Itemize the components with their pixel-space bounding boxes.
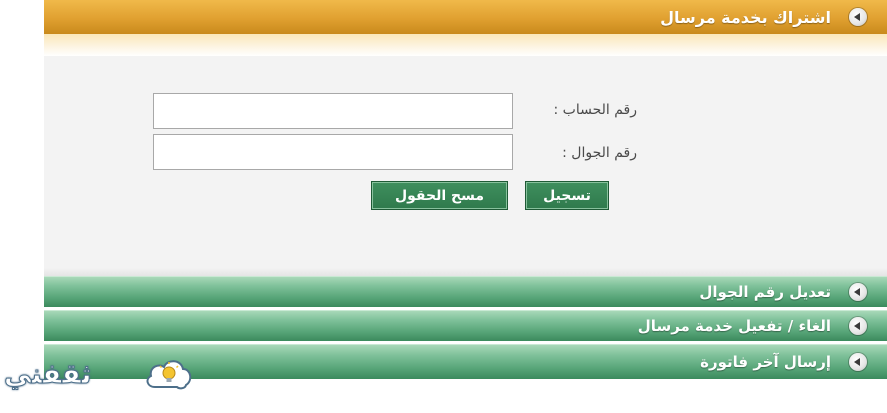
register-button[interactable]: تسجيل	[525, 181, 609, 210]
circle-arrow-left-icon[interactable]	[849, 317, 867, 335]
watermark: ثقفني	[0, 345, 200, 405]
mobile-number-input[interactable]	[153, 134, 513, 170]
mobile-number-label: رقم الجوال :	[562, 145, 637, 161]
circle-arrow-left-icon[interactable]	[849, 353, 867, 371]
account-number-input[interactable]	[153, 93, 513, 129]
circle-arrow-left-icon[interactable]	[849, 283, 867, 301]
section-header-subscribe[interactable]: اشتراك بخدمة مرسال	[44, 0, 887, 35]
mersal-service-page: اشتراك بخدمة مرسال رقم الحساب : رقم الجو…	[0, 0, 887, 413]
header-glow	[44, 34, 887, 56]
section-title-send-last-bill: إرسال آخر فاتورة	[700, 353, 831, 371]
account-number-label: رقم الحساب :	[553, 102, 637, 118]
circle-arrow-left-icon[interactable]	[849, 8, 867, 26]
section-header-cancel-activate[interactable]: الغاء / تفعيل خدمة مرسال	[44, 310, 887, 341]
section-header-edit-mobile[interactable]: تعديل رقم الجوال	[44, 276, 887, 307]
lightbulb-cloud-icon	[146, 360, 192, 390]
section-title-subscribe: اشتراك بخدمة مرسال	[660, 7, 831, 27]
section-divider	[44, 268, 887, 276]
clear-fields-button[interactable]: مسح الحقول	[371, 181, 508, 210]
section-title-cancel-activate: الغاء / تفعيل خدمة مرسال	[637, 317, 831, 335]
watermark-text: ثقفني	[3, 359, 92, 391]
section-title-edit-mobile: تعديل رقم الجوال	[699, 283, 831, 301]
